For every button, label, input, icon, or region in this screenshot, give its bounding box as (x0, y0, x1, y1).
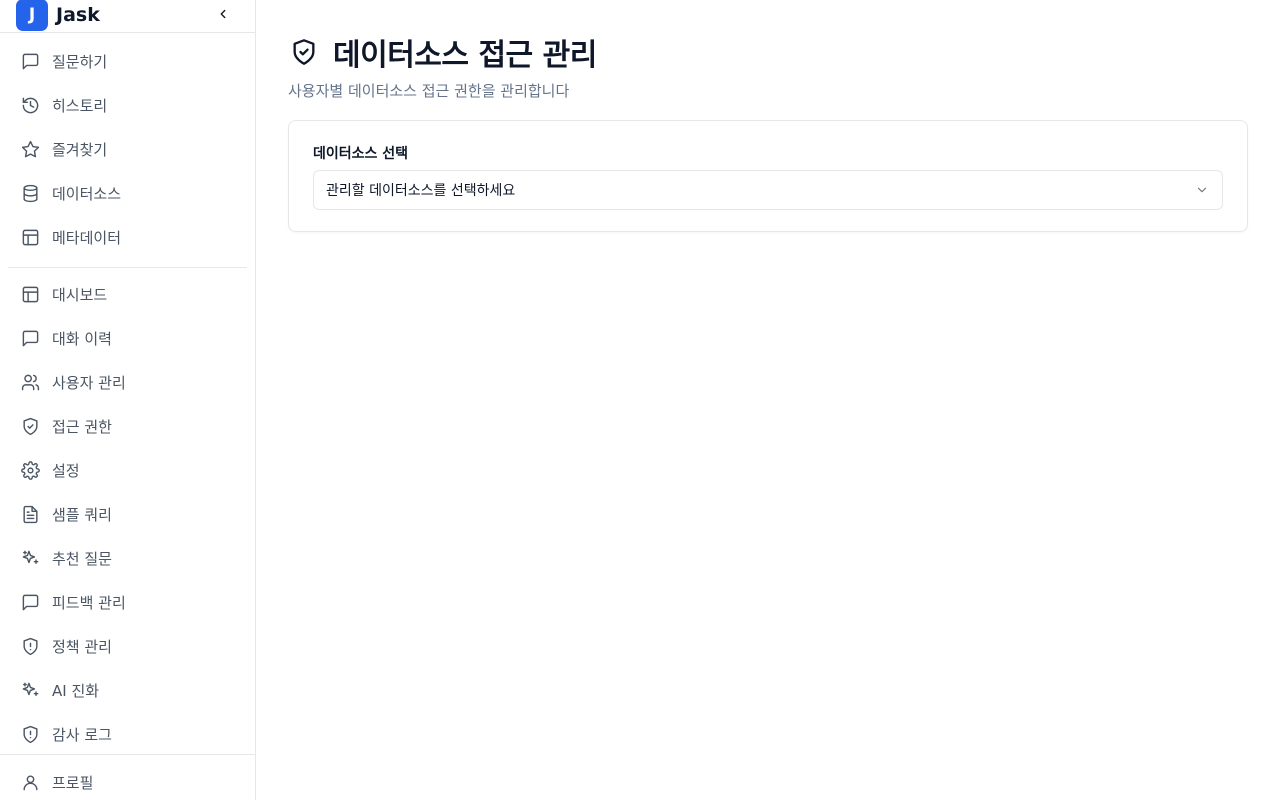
sidebar-item-primary-3[interactable]: 데이터소스 (8, 171, 247, 215)
gear-icon (20, 460, 40, 480)
datasource-select-label: 데이터소스 선택 (313, 146, 409, 162)
chevron-down-icon (1194, 182, 1210, 198)
sidebar-item-admin-3[interactable]: 접근 권한 (8, 404, 247, 448)
sidebar-item-primary-4[interactable]: 메타데이터 (8, 215, 247, 259)
brand-name[interactable]: Jask (56, 4, 100, 26)
page-title: 데이터소스 접근 관리 (333, 38, 597, 73)
sidebar-item-admin-2[interactable]: 사용자 관리 (8, 360, 247, 404)
brand-header: J Jask (0, 0, 255, 33)
history-icon (20, 95, 40, 115)
message-square-icon (20, 592, 40, 612)
sidebar-item-label: 대화 이력 (52, 329, 112, 348)
datasource-select-value: 관리할 데이터소스를 선택하세요 (326, 183, 516, 199)
sparkles-icon (20, 680, 40, 700)
sidebar-item-label: AI 진화 (52, 681, 100, 700)
nav-divider (8, 267, 247, 268)
message-square-icon (20, 328, 40, 348)
sidebar-item-label: 사용자 관리 (52, 373, 126, 392)
sidebar-item-label: 히스토리 (52, 96, 108, 115)
admin-nav: 대시보드대화 이력사용자 관리접근 권한설정샘플 쿼리추천 질문피드백 관리정책… (0, 270, 255, 762)
sidebar-item-admin-1[interactable]: 대화 이력 (8, 316, 247, 360)
sidebar-item-label: 설정 (52, 461, 80, 480)
sidebar-item-primary-2[interactable]: 즐겨찾기 (8, 127, 247, 171)
sidebar-item-label: 감사 로그 (52, 725, 112, 744)
sidebar-item-label: 대시보드 (52, 285, 108, 304)
collapse-sidebar-button[interactable] (213, 4, 233, 24)
sidebar-item-label: 메타데이터 (52, 228, 122, 247)
sidebar-item-admin-9[interactable]: AI 진화 (8, 668, 247, 712)
message-square-icon (20, 51, 40, 71)
page-subtitle: 사용자별 데이터소스 접근 권한을 관리합니다 (288, 82, 570, 100)
chevron-left-icon (216, 7, 230, 21)
shield-alert-icon (20, 724, 40, 744)
sidebar-item-label: 데이터소스 (52, 184, 122, 203)
sidebar-item-label: 접근 권한 (52, 417, 112, 436)
sidebar-item-primary-0[interactable]: 질문하기 (8, 39, 247, 83)
bottom-divider (0, 754, 255, 755)
star-icon (20, 139, 40, 159)
sidebar-item-admin-8[interactable]: 정책 관리 (8, 624, 247, 668)
sidebar-item-admin-6[interactable]: 추천 질문 (8, 536, 247, 580)
shield-check-icon (20, 416, 40, 436)
shield-check-icon (289, 37, 319, 67)
database-icon (20, 183, 40, 203)
sparkles-icon (20, 548, 40, 568)
users-icon (20, 372, 40, 392)
datasource-select[interactable]: 관리할 데이터소스를 선택하세요 (313, 170, 1223, 210)
layout-icon (20, 284, 40, 304)
primary-nav: 질문하기히스토리즐겨찾기데이터소스메타데이터 (0, 33, 255, 265)
sidebar-item-admin-10[interactable]: 감사 로그 (8, 712, 247, 756)
file-text-icon (20, 504, 40, 524)
sidebar-item-label: 프로필 (52, 773, 94, 792)
sidebar-item-primary-1[interactable]: 히스토리 (8, 83, 247, 127)
sidebar-item-admin-4[interactable]: 설정 (8, 448, 247, 492)
sidebar: J Jask 질문하기히스토리즐겨찾기데이터소스메타데이터 대시보드대화 이력사… (0, 0, 256, 800)
shield-alert-icon (20, 636, 40, 656)
sidebar-item-label: 즐겨찾기 (52, 140, 108, 159)
sidebar-item-bottom-0[interactable]: 프로필 (8, 760, 247, 800)
sidebar-item-admin-5[interactable]: 샘플 쿼리 (8, 492, 247, 536)
sidebar-item-label: 정책 관리 (52, 637, 112, 656)
brand-logo[interactable]: J (16, 0, 48, 31)
sidebar-item-label: 추천 질문 (52, 549, 112, 568)
bottom-nav: 프로필 (8, 760, 247, 800)
datasource-select-card: 데이터소스 선택 관리할 데이터소스를 선택하세요 (288, 120, 1248, 232)
sidebar-item-label: 질문하기 (52, 52, 108, 71)
sidebar-item-label: 샘플 쿼리 (52, 505, 112, 524)
sidebar-item-label: 피드백 관리 (52, 593, 126, 612)
layout-icon (20, 227, 40, 247)
user-icon (20, 772, 40, 792)
sidebar-item-admin-7[interactable]: 피드백 관리 (8, 580, 247, 624)
sidebar-item-admin-0[interactable]: 대시보드 (8, 272, 247, 316)
page-header: 데이터소스 접근 관리 사용자별 데이터소스 접근 권한을 관리합니다 (288, 30, 597, 101)
